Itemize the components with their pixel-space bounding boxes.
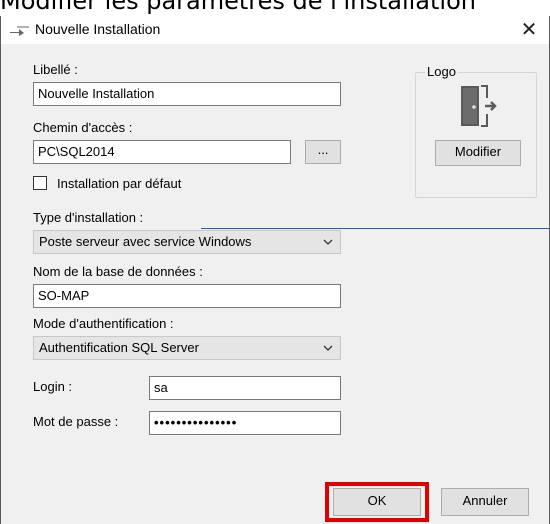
db-label: Nom de la base de données : — [33, 264, 203, 279]
chevron-down-icon — [323, 239, 333, 245]
default-installation-checkbox[interactable] — [33, 176, 47, 190]
auth-label: Mode d'authentification : — [33, 316, 174, 331]
password-label: Mot de passe : — [33, 414, 119, 429]
auth-select[interactable]: Authentification SQL Server — [33, 336, 341, 360]
modify-logo-button[interactable]: Modifier — [435, 140, 521, 166]
cancel-button[interactable]: Annuler — [441, 488, 529, 516]
libelle-label: Libellé : — [33, 62, 78, 77]
window-title: Nouvelle Installation — [35, 21, 161, 37]
door-exit-icon — [461, 85, 497, 127]
app-icon — [10, 26, 29, 36]
title-bar: Nouvelle Installation ✕ — [1, 16, 549, 44]
libelle-input[interactable]: Nouvelle Installation — [33, 82, 341, 106]
chemin-input[interactable]: PC\SQL2014 — [33, 140, 291, 164]
default-installation-label: Installation par défaut — [57, 176, 182, 191]
dialog-window: Nouvelle Installation ✕ Libellé : Nouvel… — [0, 16, 550, 524]
type-label: Type d'installation : — [33, 210, 144, 225]
close-button[interactable]: ✕ — [509, 16, 549, 44]
accent-divider — [201, 228, 549, 229]
browse-button[interactable]: ... — [305, 140, 341, 164]
chevron-down-icon — [323, 345, 333, 351]
db-input[interactable]: SO-MAP — [33, 284, 341, 308]
chemin-label: Chemin d'accès : — [33, 120, 133, 135]
type-select[interactable]: Poste serveur avec service Windows — [33, 230, 341, 254]
login-input[interactable]: sa — [149, 376, 341, 400]
auth-select-value: Authentification SQL Server — [39, 340, 199, 355]
login-label: Login : — [33, 379, 73, 394]
page-heading: Modifier les paramètres de l'installatio… — [0, 0, 476, 15]
type-select-value: Poste serveur avec service Windows — [39, 234, 252, 249]
password-input[interactable]: ••••••••••••••• — [149, 411, 341, 435]
ok-button[interactable]: OK — [333, 488, 421, 516]
logo-group-label: Logo — [425, 64, 458, 79]
